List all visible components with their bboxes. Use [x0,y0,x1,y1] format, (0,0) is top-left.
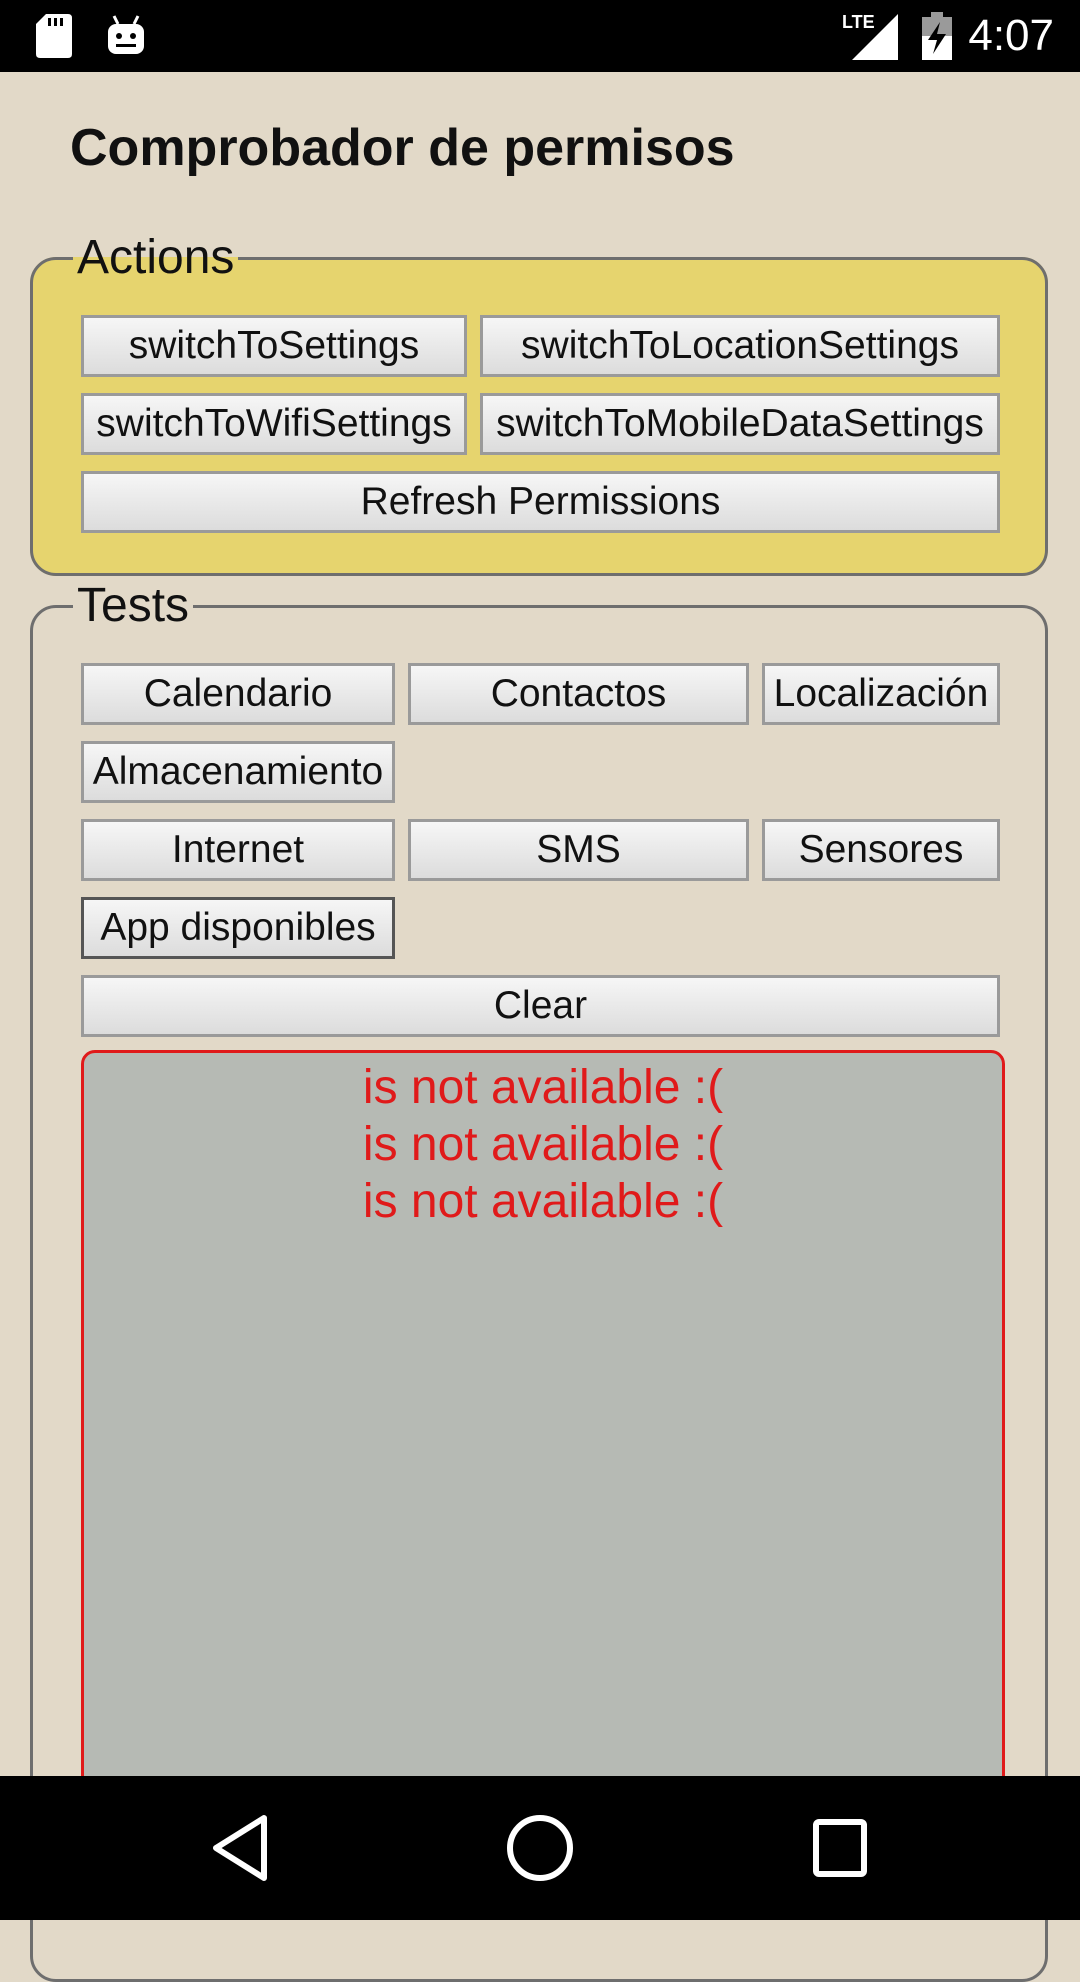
switch-to-location-settings-button[interactable]: switchToLocationSettings [480,315,1000,377]
switch-to-settings-button[interactable]: switchToSettings [81,315,467,377]
sd-card-icon [36,14,72,58]
android-icon [108,15,144,54]
page-title: Comprobador de permisos [70,119,735,177]
refresh-permissions-button[interactable]: Refresh Permissions [81,471,1000,533]
home-icon[interactable] [504,1812,576,1884]
status-bar: LTE 4:07 [0,0,1080,72]
actions-legend: Actions [77,231,235,284]
switch-to-mobile-data-settings-button[interactable]: switchToMobileDataSettings [480,393,1000,455]
back-icon[interactable] [210,1812,270,1884]
battery-charging-icon [922,12,952,60]
lte-signal-icon [852,14,898,60]
sms-button[interactable]: SMS [408,819,749,881]
app-disponibles-button[interactable]: App disponibles [81,897,395,959]
internet-button[interactable]: Internet [81,819,395,881]
recents-icon[interactable] [810,1812,870,1884]
result-line: is not available :( [362,1118,724,1171]
results-output: is not available :( is not available :( … [81,1050,1005,1890]
almacenamiento-button[interactable]: Almacenamiento [81,741,395,803]
result-line: is not available :( [362,1061,724,1114]
clock: 4:07 [968,11,1054,60]
calendario-button[interactable]: Calendario [81,663,395,725]
switch-to-wifi-settings-button[interactable]: switchToWifiSettings [81,393,467,455]
navigation-bar [0,1776,1080,1920]
localizacion-button[interactable]: Localización [762,663,1000,725]
contactos-button[interactable]: Contactos [408,663,749,725]
result-line: is not available :( [362,1175,724,1228]
tests-legend: Tests [77,579,190,632]
sensores-button[interactable]: Sensores [762,819,1000,881]
clear-button[interactable]: Clear [81,975,1000,1037]
